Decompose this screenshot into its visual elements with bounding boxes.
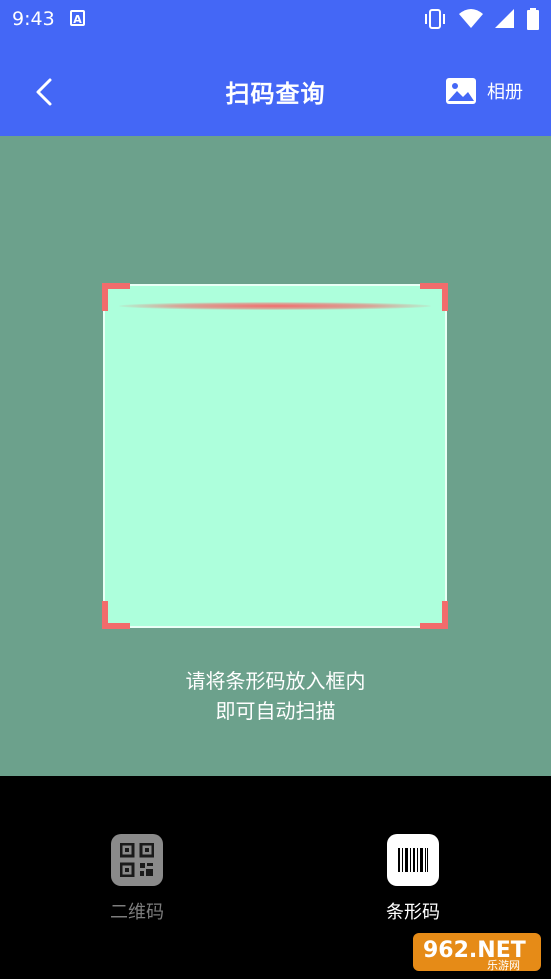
qr-code-icon: [111, 834, 163, 886]
image-icon: [446, 78, 476, 104]
barcode-mode-label: 条形码: [386, 902, 440, 923]
frame-corner-bottom-right: [420, 601, 448, 629]
qr-code-mode-button[interactable]: 二维码: [77, 834, 197, 924]
wifi-icon: [459, 9, 483, 28]
vibrate-icon: [425, 9, 445, 29]
status-icons: [423, 8, 539, 30]
scan-hint: 请将条形码放入框内 即可自动扫描: [0, 666, 551, 726]
signal-icon: [495, 9, 514, 28]
battery-icon: [527, 8, 539, 30]
mode-switcher: 二维码 条形码 962.NET 乐游网: [0, 776, 551, 979]
toolbar: 扫码查询 相册: [0, 54, 551, 128]
album-button[interactable]: 相册: [445, 74, 523, 108]
qr-code-mode-label: 二维码: [110, 902, 164, 923]
scan-query-screen: 9:43 A 扫码查询 相册 请将条形码放入框内 即可自动扫描 二维码 条形码 …: [0, 0, 551, 979]
barcode-icon: [387, 834, 439, 886]
watermark-logo: 962.NET 乐游网: [413, 933, 541, 972]
svg-text:乐游网: 乐游网: [487, 959, 520, 972]
status-bar: 9:43 A: [0, 0, 551, 38]
album-label: 相册: [487, 82, 523, 103]
scan-hint-line1: 请将条形码放入框内: [185, 669, 366, 693]
status-time: 9:43: [12, 8, 55, 30]
barcode-mode-button[interactable]: 条形码: [353, 834, 473, 924]
scan-hint-line2: 即可自动扫描: [215, 699, 336, 723]
frame-corner-bottom-left: [102, 601, 130, 629]
scan-frame: [102, 283, 448, 629]
scanner-area: 请将条形码放入框内 即可自动扫描: [0, 136, 551, 776]
app-header: 9:43 A 扫码查询 相册: [0, 0, 551, 136]
notification-icon: A: [70, 10, 85, 26]
scan-line: [119, 302, 431, 310]
